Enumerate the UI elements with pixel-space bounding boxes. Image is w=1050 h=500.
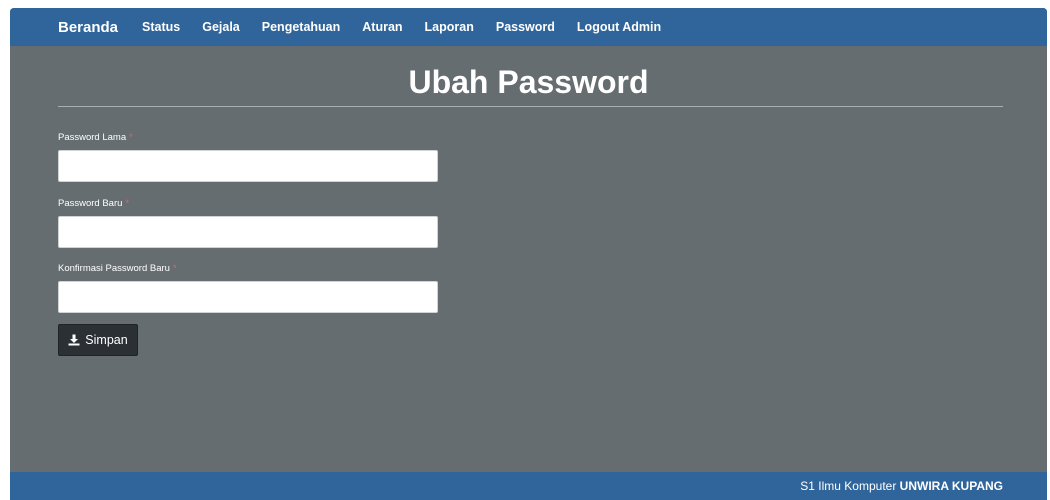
nav-link-logout[interactable]: Logout Admin: [577, 20, 661, 34]
old-password-group: Password Lama *: [58, 132, 438, 182]
new-password-label-text: Password Baru: [58, 198, 123, 209]
save-button-label: Simpan: [85, 333, 128, 347]
nav-link-gejala[interactable]: Gejala: [202, 20, 240, 34]
confirm-password-label-text: Konfirmasi Password Baru: [58, 263, 170, 274]
old-password-input[interactable]: [58, 150, 438, 182]
footer-text: S1 Ilmu Komputer: [800, 479, 897, 493]
footer: S1 Ilmu Komputer UNWIRA KUPANG: [10, 472, 1047, 500]
required-marker: *: [125, 198, 130, 209]
old-password-label: Password Lama *: [58, 132, 438, 143]
page-title: Ubah Password: [408, 64, 649, 100]
footer-bold-text: UNWIRA KUPANG: [899, 479, 1003, 493]
nav-link-laporan[interactable]: Laporan: [425, 20, 474, 34]
nav-link-aturan[interactable]: Aturan: [362, 20, 402, 34]
title-divider: [58, 106, 1003, 107]
new-password-group: Password Baru *: [58, 198, 438, 248]
required-marker: *: [129, 132, 133, 143]
nav-link-pengetahuan[interactable]: Pengetahuan: [262, 20, 341, 34]
new-password-label: Password Baru *: [58, 198, 438, 209]
new-password-input[interactable]: [58, 216, 438, 248]
confirm-password-label: Konfirmasi Password Baru *: [58, 263, 438, 274]
download-icon: [68, 334, 80, 346]
footer-credit: S1 Ilmu Komputer UNWIRA KUPANG: [800, 479, 1003, 493]
required-marker: *: [172, 263, 177, 274]
save-button[interactable]: Simpan: [58, 324, 138, 356]
nav-link-status[interactable]: Status: [142, 20, 180, 34]
confirm-password-input[interactable]: [58, 281, 438, 313]
old-password-label-text: Password Lama: [58, 132, 127, 143]
nav-links: Status Gejala Pengetahuan Aturan Laporan…: [130, 20, 671, 34]
confirm-password-group: Konfirmasi Password Baru *: [58, 263, 438, 313]
top-navbar: Beranda Status Gejala Pengetahuan Aturan…: [10, 8, 1047, 46]
nav-link-password[interactable]: Password: [496, 20, 555, 34]
brand-link[interactable]: Beranda: [58, 19, 118, 36]
app-frame: Beranda Status Gejala Pengetahuan Aturan…: [10, 8, 1047, 500]
